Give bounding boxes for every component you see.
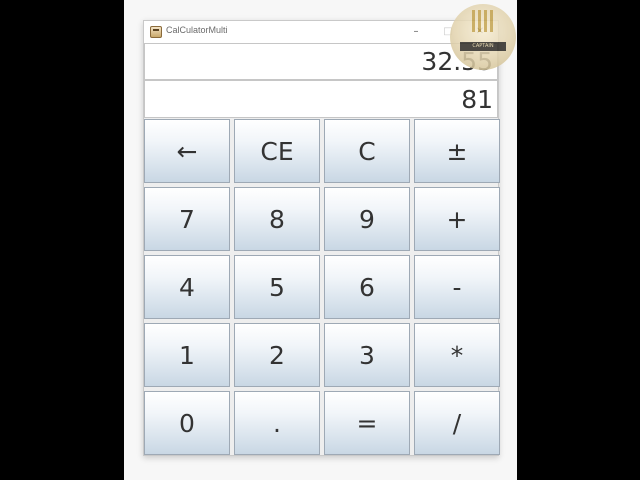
- equals-button[interactable]: =: [324, 391, 410, 455]
- minimize-button[interactable]: –: [406, 24, 426, 40]
- app-icon: [150, 26, 162, 38]
- keypad: ← CE C ±7 8 9 +4 5 6- 1 2 3 * 0. = /: [144, 119, 500, 455]
- watermark-text: CAPTAIN: [460, 42, 506, 51]
- digit-9-button[interactable]: 9: [324, 187, 410, 251]
- digit-3-button[interactable]: 3: [324, 323, 410, 387]
- add-button[interactable]: +: [414, 187, 500, 251]
- secondary-display[interactable]: 81: [144, 80, 498, 118]
- clear-entry-button[interactable]: CE: [234, 119, 320, 183]
- title-bar[interactable]: CalCulatorMulti – □ ✕: [144, 21, 498, 43]
- divide-button[interactable]: /: [414, 391, 500, 455]
- seal-logo-icon: [472, 10, 494, 32]
- backspace-button[interactable]: ←: [144, 119, 230, 183]
- digit-4-button[interactable]: 4: [144, 255, 230, 319]
- digit-1-button[interactable]: 1: [144, 323, 230, 387]
- calculator-window: CalCulatorMulti – □ ✕ 32.55 81 ←CEC±789+…: [143, 20, 500, 456]
- digit-8-button[interactable]: 8: [234, 187, 320, 251]
- window-title: CalCulatorMulti: [166, 25, 228, 35]
- watermark-seal: CAPTAIN: [450, 4, 516, 70]
- negate-button[interactable]: ±: [414, 119, 500, 183]
- main-display[interactable]: 32.55: [144, 43, 498, 80]
- multiply-button[interactable]: *: [414, 323, 500, 387]
- digit-6-button[interactable]: 6: [324, 255, 410, 319]
- subtract-button[interactable]: -: [414, 255, 500, 319]
- digit-7-button[interactable]: 7: [144, 187, 230, 251]
- digit-5-button[interactable]: 5: [234, 255, 320, 319]
- digit-0-button[interactable]: 0: [144, 391, 230, 455]
- decimal-button[interactable]: .: [234, 391, 320, 455]
- digit-2-button[interactable]: 2: [234, 323, 320, 387]
- clear-button[interactable]: C: [324, 119, 410, 183]
